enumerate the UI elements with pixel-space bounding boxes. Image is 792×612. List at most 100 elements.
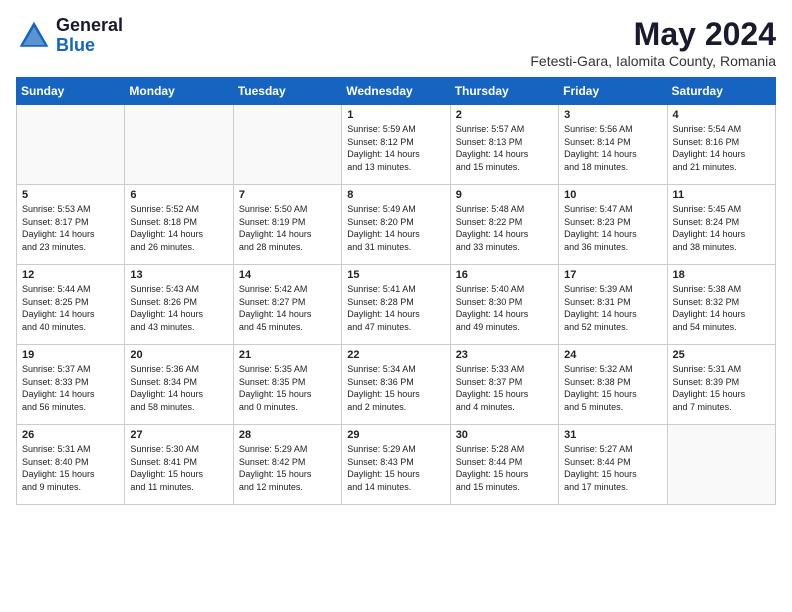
day-number: 23 [456,349,553,361]
calendar-day-cell: 11 Sunrise: 5:45 AM Sunset: 8:24 PM Dayli… [667,185,775,265]
calendar-day-cell: 6 Sunrise: 5:52 AM Sunset: 8:18 PM Daylig… [125,185,233,265]
day-info: Sunrise: 5:37 AM Sunset: 8:33 PM Dayligh… [22,363,119,413]
calendar-table: SundayMondayTuesdayWednesdayThursdayFrid… [16,77,776,505]
day-number: 11 [673,189,770,201]
day-info: Sunrise: 5:45 AM Sunset: 8:24 PM Dayligh… [673,203,770,253]
day-info: Sunrise: 5:41 AM Sunset: 8:28 PM Dayligh… [347,283,444,333]
day-number: 6 [130,189,227,201]
calendar-day-cell: 10 Sunrise: 5:47 AM Sunset: 8:23 PM Dayli… [559,185,667,265]
logo: General Blue [16,16,123,56]
day-number: 25 [673,349,770,361]
day-info: Sunrise: 5:53 AM Sunset: 8:17 PM Dayligh… [22,203,119,253]
day-number: 26 [22,429,119,441]
calendar-day-cell: 19 Sunrise: 5:37 AM Sunset: 8:33 PM Dayli… [17,345,125,425]
calendar-day-cell: 14Sunrise: 5:42 AM Sunset: 8:27 PM Dayli… [233,265,341,345]
day-number: 16 [456,269,553,281]
calendar-day-cell [233,105,341,185]
day-info: Sunrise: 5:38 AM Sunset: 8:32 PM Dayligh… [673,283,770,333]
day-info: Sunrise: 5:57 AM Sunset: 8:13 PM Dayligh… [456,123,553,173]
day-info: Sunrise: 5:31 AM Sunset: 8:39 PM Dayligh… [673,363,770,413]
day-number: 31 [564,429,661,441]
calendar-day-cell: 27Sunrise: 5:30 AM Sunset: 8:41 PM Dayli… [125,425,233,505]
day-of-week-header: Sunday [17,78,125,105]
calendar-day-cell: 7 Sunrise: 5:50 AM Sunset: 8:19 PM Daylig… [233,185,341,265]
day-number: 28 [239,429,336,441]
day-number: 13 [130,269,227,281]
calendar-body: 1 Sunrise: 5:59 AM Sunset: 8:12 PM Daylig… [17,105,776,505]
location: Fetesti-Gara, Ialomita County, Romania [530,53,776,69]
day-number: 22 [347,349,444,361]
calendar-header: SundayMondayTuesdayWednesdayThursdayFrid… [17,78,776,105]
calendar-day-cell: 9 Sunrise: 5:48 AM Sunset: 8:22 PM Daylig… [450,185,558,265]
calendar-day-cell: 18 Sunrise: 5:38 AM Sunset: 8:32 PM Dayli… [667,265,775,345]
day-info: Sunrise: 5:36 AM Sunset: 8:34 PM Dayligh… [130,363,227,413]
day-number: 12 [22,269,119,281]
calendar-day-cell: 15 Sunrise: 5:41 AM Sunset: 8:28 PM Dayli… [342,265,450,345]
day-number: 30 [456,429,553,441]
day-number: 24 [564,349,661,361]
calendar-week-row: 1 Sunrise: 5:59 AM Sunset: 8:12 PM Daylig… [17,105,776,185]
day-of-week-header: Thursday [450,78,558,105]
calendar-week-row: 26 Sunrise: 5:31 AM Sunset: 8:40 PM Dayli… [17,425,776,505]
day-number: 18 [673,269,770,281]
day-info: Sunrise: 5:50 AM Sunset: 8:19 PM Dayligh… [239,203,336,253]
day-info: Sunrise: 5:33 AM Sunset: 8:37 PM Dayligh… [456,363,553,413]
day-info: Sunrise: 5:56 AM Sunset: 8:14 PM Dayligh… [564,123,661,173]
calendar-day-cell: 28Sunrise: 5:29 AM Sunset: 8:42 PM Dayli… [233,425,341,505]
day-number: 29 [347,429,444,441]
day-number: 1 [347,109,444,121]
day-info: Sunrise: 5:42 AM Sunset: 8:27 PM Dayligh… [239,283,336,333]
day-of-week-header: Saturday [667,78,775,105]
calendar-week-row: 5Sunrise: 5:53 AM Sunset: 8:17 PM Daylig… [17,185,776,265]
day-info: Sunrise: 5:39 AM Sunset: 8:31 PM Dayligh… [564,283,661,333]
calendar-day-cell: 1 Sunrise: 5:59 AM Sunset: 8:12 PM Daylig… [342,105,450,185]
day-number: 4 [673,109,770,121]
day-number: 8 [347,189,444,201]
calendar-day-cell [17,105,125,185]
calendar-day-cell: 22Sunrise: 5:34 AM Sunset: 8:36 PM Dayli… [342,345,450,425]
calendar-day-cell: 16 Sunrise: 5:40 AM Sunset: 8:30 PM Dayli… [450,265,558,345]
day-number: 2 [456,109,553,121]
title-block: May 2024 Fetesti-Gara, Ialomita County, … [530,16,776,69]
calendar-day-cell [667,425,775,505]
calendar-day-cell: 5Sunrise: 5:53 AM Sunset: 8:17 PM Daylig… [17,185,125,265]
calendar-day-cell: 29 Sunrise: 5:29 AM Sunset: 8:43 PM Dayli… [342,425,450,505]
day-number: 7 [239,189,336,201]
calendar-day-cell: 20 Sunrise: 5:36 AM Sunset: 8:34 PM Dayli… [125,345,233,425]
day-number: 10 [564,189,661,201]
day-number: 21 [239,349,336,361]
day-info: Sunrise: 5:32 AM Sunset: 8:38 PM Dayligh… [564,363,661,413]
day-info: Sunrise: 5:47 AM Sunset: 8:23 PM Dayligh… [564,203,661,253]
day-info: Sunrise: 5:29 AM Sunset: 8:43 PM Dayligh… [347,443,444,493]
logo-general: General [56,16,123,36]
calendar-day-cell: 2 Sunrise: 5:57 AM Sunset: 8:13 PM Daylig… [450,105,558,185]
calendar-day-cell: 12Sunrise: 5:44 AM Sunset: 8:25 PM Dayli… [17,265,125,345]
day-number: 27 [130,429,227,441]
day-info: Sunrise: 5:27 AM Sunset: 8:44 PM Dayligh… [564,443,661,493]
day-info: Sunrise: 5:40 AM Sunset: 8:30 PM Dayligh… [456,283,553,333]
calendar-day-cell: 4Sunrise: 5:54 AM Sunset: 8:16 PM Daylig… [667,105,775,185]
calendar-day-cell: 31 Sunrise: 5:27 AM Sunset: 8:44 PM Dayli… [559,425,667,505]
day-number: 15 [347,269,444,281]
logo-icon [16,18,52,54]
calendar-day-cell: 8Sunrise: 5:49 AM Sunset: 8:20 PM Daylig… [342,185,450,265]
day-number: 20 [130,349,227,361]
calendar-week-row: 12Sunrise: 5:44 AM Sunset: 8:25 PM Dayli… [17,265,776,345]
calendar-day-cell: 30Sunrise: 5:28 AM Sunset: 8:44 PM Dayli… [450,425,558,505]
day-number: 17 [564,269,661,281]
day-number: 3 [564,109,661,121]
calendar-day-cell [125,105,233,185]
day-info: Sunrise: 5:59 AM Sunset: 8:12 PM Dayligh… [347,123,444,173]
calendar-day-cell: 25 Sunrise: 5:31 AM Sunset: 8:39 PM Dayli… [667,345,775,425]
day-number: 9 [456,189,553,201]
calendar-day-cell: 3 Sunrise: 5:56 AM Sunset: 8:14 PM Daylig… [559,105,667,185]
day-info: Sunrise: 5:31 AM Sunset: 8:40 PM Dayligh… [22,443,119,493]
day-of-week-header: Wednesday [342,78,450,105]
day-number: 19 [22,349,119,361]
calendar-day-cell: 21 Sunrise: 5:35 AM Sunset: 8:35 PM Dayli… [233,345,341,425]
day-info: Sunrise: 5:48 AM Sunset: 8:22 PM Dayligh… [456,203,553,253]
day-of-week-header: Tuesday [233,78,341,105]
day-info: Sunrise: 5:52 AM Sunset: 8:18 PM Dayligh… [130,203,227,253]
day-info: Sunrise: 5:35 AM Sunset: 8:35 PM Dayligh… [239,363,336,413]
calendar-day-cell: 17 Sunrise: 5:39 AM Sunset: 8:31 PM Dayli… [559,265,667,345]
